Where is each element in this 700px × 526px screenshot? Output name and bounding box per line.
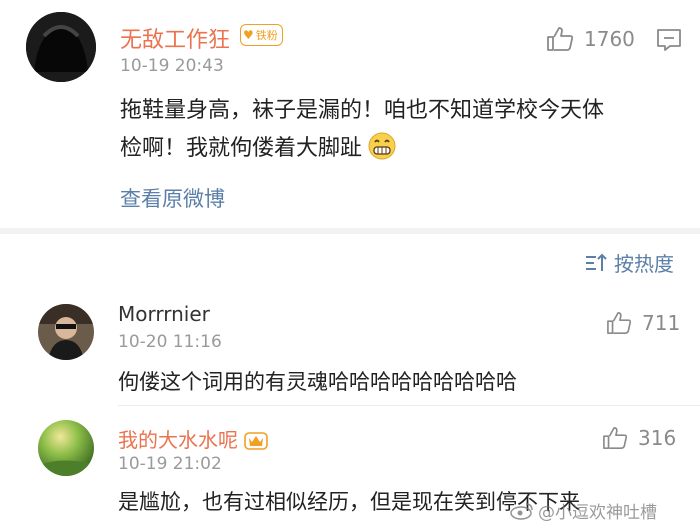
fan-badge: ♥ 铁粉 [240,24,283,46]
post-text-line1: 拖鞋量身高，袜子是漏的！咱也不知道学校今天体 [120,98,605,123]
heart-icon: ♥ [243,28,254,42]
comment-like-count: 711 [642,311,681,335]
comment-timestamp: 10-20 11:16 [118,332,222,352]
weibo-logo-icon [510,502,533,520]
sort-icon [586,253,607,271]
grin-emoji-icon [368,132,396,160]
comment-icon[interactable] [656,28,682,52]
section-divider [0,228,700,234]
post-like-button[interactable]: 1760 [546,26,635,52]
comment-like-button[interactable]: 711 [606,311,680,335]
thumbs-up-icon [603,427,628,449]
crown-badge-icon [244,431,268,450]
post-timestamp: 10-19 20:43 [120,56,224,76]
comment-text: 佝偻这个词用的有灵魂哈哈哈哈哈哈哈哈哈 [118,370,517,394]
post-text-line2: 检啊！我就佝偻着大脚趾 [120,130,398,162]
comment-like-count: 316 [638,426,677,450]
post-username[interactable]: 无敌工作狂 [120,22,230,54]
comment-avatar[interactable] [38,420,94,476]
post-like-count: 1760 [584,27,635,51]
thumbs-up-icon [607,312,632,334]
comment-separator [118,405,700,406]
comment-timestamp: 10-19 21:02 [118,454,222,474]
post-avatar[interactable] [26,12,96,82]
thumbs-up-icon [547,27,574,51]
sort-by-hot-button[interactable]: 按热度 [584,248,674,277]
watermark: @小逗欢神吐槽 [510,498,657,523]
comment-username[interactable]: Morrrnier [118,302,210,326]
view-original-link[interactable]: 查看原微博 [120,183,225,213]
sort-label: 按热度 [614,252,674,276]
comment-like-button[interactable]: 316 [602,426,676,450]
comment-avatar[interactable] [38,304,94,360]
comment-username[interactable]: 我的大水水呢 [118,424,268,453]
